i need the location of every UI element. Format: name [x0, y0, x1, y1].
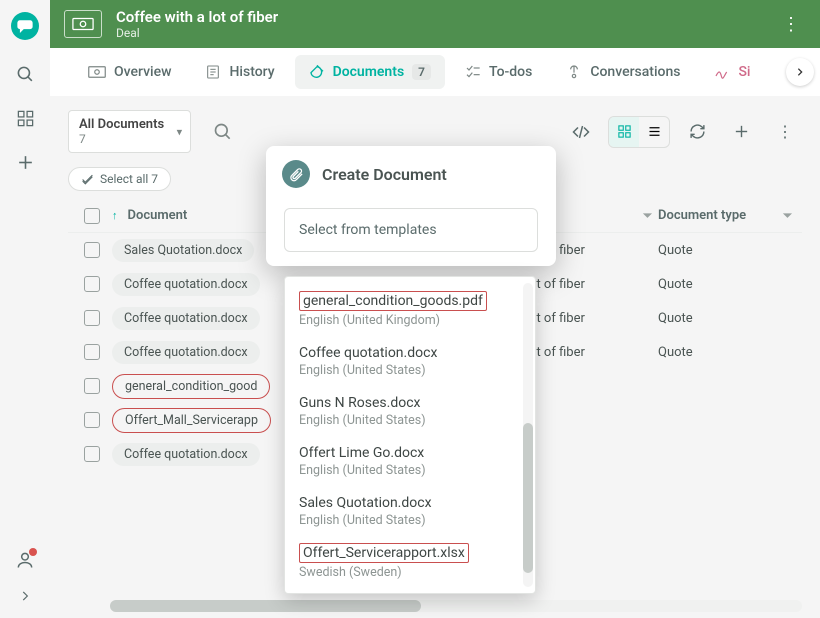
row-doctype: Quote [658, 345, 798, 360]
tab-badge: 7 [412, 64, 431, 80]
row-checkbox[interactable] [84, 276, 100, 292]
template-name: Guns N Roses.docx [299, 395, 420, 411]
template-language: English (United States) [299, 363, 521, 378]
leftbar [0, 0, 50, 618]
select-placeholder: Select from templates [299, 222, 437, 238]
create-document-modal: Create Document Select from templates ge… [266, 146, 556, 266]
template-language: Swedish (Sweden) [299, 565, 521, 580]
filter-icon[interactable]: ⏷ [783, 209, 792, 223]
template-name: Offert_Servicerapport.xlsx [299, 543, 469, 563]
notification-dot [29, 548, 37, 556]
filter-icon[interactable]: ⏷ [643, 209, 652, 223]
tab-label: Conversations [590, 64, 680, 80]
header-menu-icon[interactable]: ⋮ [776, 8, 806, 41]
template-option[interactable]: Coffee quotation.docx English (United Sta… [285, 335, 535, 385]
select-all-checkbox[interactable] [84, 208, 100, 224]
header-subtitle: Deal [116, 26, 278, 40]
attachment-icon [282, 160, 310, 188]
row-doctype: Quote [658, 243, 798, 258]
refresh-icon[interactable] [680, 115, 714, 149]
template-language: English (United States) [299, 463, 521, 478]
document-chip[interactable]: Sales Quotation.docx [112, 239, 254, 262]
template-option[interactable]: Offert_Servicerapport.xlsx Swedish (Swede… [285, 535, 535, 587]
sort-asc-icon[interactable]: ↑ [112, 209, 118, 222]
tab-overview[interactable]: Overview [74, 55, 185, 89]
tab-label: Si [738, 64, 750, 80]
template-name: Sales Quotation.docx [299, 495, 432, 511]
user-avatar[interactable] [15, 550, 35, 570]
row-checkbox[interactable] [84, 242, 100, 258]
scrollbar-thumb[interactable] [110, 600, 421, 612]
tab-documents[interactable]: Documents 7 [295, 55, 445, 89]
tab-label: History [229, 64, 274, 80]
template-name: Offert Lime Go.docx [299, 445, 424, 461]
add-document-icon[interactable] [724, 115, 758, 149]
row-doctype: Quote [658, 277, 798, 292]
tabs-bar: Overview History Documents 7 To-dos Conv… [50, 48, 820, 96]
more-menu-icon[interactable]: ⋮ [768, 115, 802, 149]
template-language: English (United Kingdom) [299, 313, 521, 328]
modal-title: Create Document [322, 165, 447, 184]
search-button[interactable] [205, 114, 241, 150]
deal-header: Coffee with a lot of fiber Deal ⋮ [50, 0, 820, 48]
template-option[interactable]: Sales Quotation.docx English (United Stat… [285, 485, 535, 535]
filter-all-documents[interactable]: All Documents 7 [68, 110, 191, 153]
document-chip[interactable]: Coffee quotation.docx [112, 273, 260, 296]
row-checkbox[interactable] [84, 378, 100, 394]
template-name: general_condition_goods.pdf [299, 291, 487, 311]
code-view-icon[interactable] [564, 115, 598, 149]
document-chip[interactable]: Coffee quotation.docx [112, 341, 260, 364]
template-option[interactable]: general_condition_goods.pdf English (Unit… [285, 283, 535, 335]
row-doctype: Quote [658, 311, 798, 326]
template-dropdown: general_condition_goods.pdf English (Unit… [284, 276, 536, 594]
grid-view-button[interactable] [609, 117, 639, 147]
row-checkbox[interactable] [84, 344, 100, 360]
dropdown-scrollbar[interactable] [523, 283, 533, 587]
tab-conversations[interactable]: Conversations [552, 55, 694, 89]
row-checkbox[interactable] [84, 446, 100, 462]
document-chip[interactable]: Coffee quotation.docx [112, 443, 260, 466]
select-all-button[interactable]: Select all 7 [68, 167, 171, 191]
tab-todos[interactable]: To-dos [451, 55, 546, 89]
template-language: English (United States) [299, 413, 521, 428]
document-chip[interactable]: general_condition_good [112, 374, 270, 399]
document-chip[interactable]: Offert_Mall_Servicerapp [112, 408, 271, 433]
tab-label: To-dos [489, 64, 532, 80]
tabs-scroll-right[interactable] [786, 58, 814, 86]
template-name: Coffee quotation.docx [299, 345, 437, 361]
row-checkbox[interactable] [84, 412, 100, 428]
header-title: Coffee with a lot of fiber [116, 8, 278, 26]
template-language: English (United States) [299, 513, 521, 528]
list-view-button[interactable] [639, 117, 669, 147]
template-select[interactable]: Select from templates [284, 208, 538, 252]
horizontal-scrollbar[interactable] [110, 600, 802, 612]
col-doctype[interactable]: Document type [658, 208, 746, 223]
scrollbar-thumb[interactable] [523, 423, 533, 573]
app-logo[interactable] [11, 12, 39, 40]
filter-label: All Documents [79, 117, 164, 132]
view-mode-group [608, 116, 670, 148]
search-icon[interactable] [15, 64, 35, 84]
modal-header: Create Document [266, 146, 556, 202]
row-checkbox[interactable] [84, 310, 100, 326]
tab-label: Overview [114, 64, 171, 80]
tab-history[interactable]: History [191, 55, 288, 89]
filter-count: 7 [79, 132, 164, 146]
template-option[interactable]: Offert Lime Go.docx English (United State… [285, 435, 535, 485]
grid-icon[interactable] [15, 108, 35, 128]
add-icon[interactable] [15, 152, 35, 172]
select-all-label: Select all 7 [100, 172, 158, 186]
deal-icon [64, 10, 102, 38]
tab-signatures[interactable]: Si [700, 55, 764, 89]
document-chip[interactable]: Coffee quotation.docx [112, 307, 260, 330]
col-document[interactable]: Document [128, 208, 188, 223]
chevron-right-icon[interactable] [15, 586, 35, 606]
tab-label: Documents [333, 64, 405, 80]
template-option[interactable]: Guns N Roses.docx English (United States) [285, 385, 535, 435]
